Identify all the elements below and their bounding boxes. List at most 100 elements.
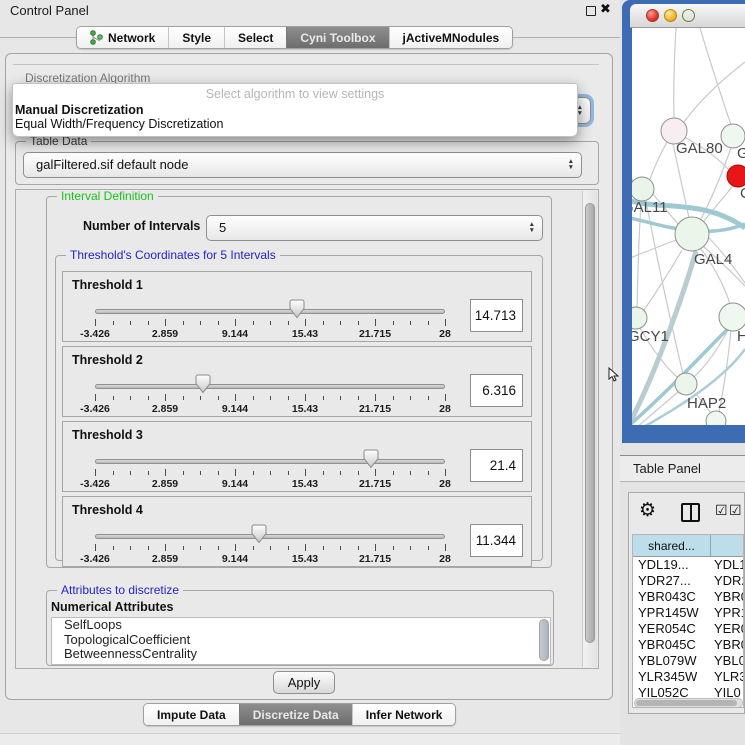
float-window-icon[interactable] — [586, 6, 596, 16]
network-window-titlebar[interactable] — [630, 4, 745, 28]
tab-jactivemnodules[interactable]: jActiveMNodules — [389, 27, 513, 48]
tab-network[interactable]: Network — [77, 27, 168, 48]
minor-tick — [288, 321, 289, 325]
slider-track[interactable] — [95, 534, 445, 539]
major-tick — [235, 394, 236, 401]
vertical-scrollbar-thumb[interactable] — [585, 203, 595, 643]
minor-tick — [183, 546, 184, 550]
table-data-select[interactable]: galFiltered.sif default node ▲▼ — [23, 152, 582, 178]
threshold-value-field[interactable]: 14.713 — [470, 299, 523, 332]
tick-label: 15.43 — [275, 403, 335, 415]
tick-label: 15.43 — [275, 328, 335, 340]
table-row[interactable]: YBL079WYBL0 — [633, 653, 744, 669]
major-tick — [95, 394, 96, 401]
checkbox-icon[interactable]: ☑ — [715, 502, 728, 519]
network-view-window[interactable]: GAL80GACGAL11GAL4GCY1HHAP2 — [622, 0, 745, 443]
network-node[interactable] — [706, 411, 726, 425]
apply-button[interactable]: Apply — [273, 671, 335, 694]
algorithm-prompt-item[interactable]: Select algorithm to view settings — [13, 87, 577, 101]
zoom-traffic-light[interactable] — [682, 9, 695, 22]
checkbox-icon[interactable]: ☑ — [729, 502, 742, 519]
table-row[interactable]: YBR045CYBR0 — [633, 637, 744, 653]
minimize-traffic-light[interactable] — [664, 9, 677, 22]
vertical-scrollbar[interactable] — [582, 191, 597, 667]
column-header-shared[interactable]: shared... — [633, 535, 711, 557]
interval-definition-group: Interval Definition Number of Intervals … — [46, 196, 552, 568]
tab-select[interactable]: Select — [224, 27, 286, 48]
tab-infer-network[interactable]: Infer Network — [352, 704, 456, 725]
network-node-hap2[interactable] — [675, 373, 697, 395]
table-row[interactable]: YBR043CYBR0 — [633, 589, 744, 605]
network-node-gcy1[interactable] — [632, 307, 647, 329]
table-row[interactable]: YER054C YER0 — [633, 621, 744, 637]
slider-thumb[interactable] — [363, 449, 379, 469]
slider-track[interactable] — [95, 459, 445, 464]
minor-tick — [113, 396, 114, 400]
major-tick — [95, 544, 96, 551]
slider-track[interactable] — [95, 309, 445, 314]
table-row[interactable]: YPR145WYPR1 — [633, 605, 744, 621]
node-label: GCY1 — [632, 328, 669, 345]
network-node-gal4[interactable] — [675, 217, 709, 251]
network-edge[interactable] — [650, 142, 667, 179]
network-edge[interactable] — [632, 158, 633, 181]
slider-track[interactable] — [95, 384, 445, 389]
threshold-coordinates-group: Threshold's Coordinates for 5 Intervals … — [55, 255, 543, 561]
attribute-item-betweennesscentrality[interactable]: BetweennessCentrality — [52, 647, 550, 662]
slider-thumb[interactable] — [289, 299, 305, 319]
threshold-value-field[interactable]: 21.4 — [470, 449, 523, 482]
network-node-c[interactable] — [727, 165, 745, 187]
minor-tick — [130, 396, 131, 400]
attribute-item-selfloops[interactable]: SelfLoops — [52, 618, 550, 633]
tick-label: 21.715 — [345, 478, 405, 490]
threshold-label: Threshold 4 — [72, 503, 143, 517]
minor-tick — [200, 321, 201, 325]
tab-impute-data[interactable]: Impute Data — [144, 704, 239, 725]
table-row[interactable]: YLR345WYLR3 — [633, 669, 744, 685]
network-edge[interactable] — [674, 28, 676, 118]
network-node-gal11[interactable] — [632, 177, 654, 201]
columns-icon[interactable] — [681, 503, 700, 522]
major-tick — [375, 544, 376, 551]
minor-tick — [270, 471, 271, 475]
tab-discretize-data[interactable]: Discretize Data — [239, 704, 352, 725]
network-edge[interactable] — [644, 250, 682, 310]
table-row[interactable]: YDR27...YDR2 — [633, 573, 744, 589]
cell-shared-name: YER054C — [638, 621, 710, 636]
table-panel-header: Table Panel — [620, 455, 745, 482]
minor-tick — [200, 546, 201, 550]
minor-tick — [393, 321, 394, 325]
gear-icon[interactable]: ⚙ — [639, 500, 656, 522]
algorithm-option-manual-discretization[interactable]: Manual Discretization — [15, 103, 144, 117]
close-traffic-light[interactable] — [646, 9, 659, 22]
major-tick — [375, 469, 376, 476]
network-canvas[interactable]: GAL80GACGAL11GAL4GCY1HHAP2 — [632, 28, 745, 425]
node-label: HAP2 — [687, 395, 726, 412]
table-row[interactable]: YIL052CYIL0 — [633, 685, 744, 698]
network-edge[interactable] — [684, 62, 745, 122]
tab-cyni-toolbox[interactable]: Cyni Toolbox — [286, 27, 388, 48]
network-node-h[interactable] — [719, 303, 745, 331]
attribute-item-topologicalcoefficient[interactable]: TopologicalCoefficient — [52, 633, 550, 648]
algorithm-option-equal-width-frequency-discretization[interactable]: Equal Width/Frequency Discretization — [15, 117, 223, 131]
table-row[interactable]: YDL19...YDL1 — [633, 557, 744, 573]
threshold-value-field[interactable]: 6.316 — [470, 374, 523, 407]
attributes-list-scrollbar[interactable] — [539, 619, 549, 661]
minor-tick — [113, 471, 114, 475]
cell-name: YER0 — [714, 621, 744, 636]
major-tick — [165, 394, 166, 401]
numerical-attributes-list[interactable]: SelfLoopsTopologicalCoefficientBetweenne… — [51, 617, 551, 665]
tab-style[interactable]: Style — [168, 27, 224, 48]
horizontal-scrollbar[interactable] — [634, 698, 743, 708]
threshold-value-field[interactable]: 11.344 — [470, 524, 523, 557]
slider-thumb[interactable] — [251, 524, 267, 544]
tick-label: 9.144 — [205, 478, 265, 490]
slider-thumb[interactable] — [195, 374, 211, 394]
horizontal-scrollbar-thumb[interactable] — [636, 700, 737, 706]
major-tick — [305, 544, 306, 551]
number-of-intervals-select[interactable]: 5 ▲▼ — [206, 215, 543, 241]
column-header-n[interactable]: n — [711, 535, 744, 557]
table-rows: YDL19...YDL1YDR27...YDR2YBR043CYBR0YPR14… — [633, 557, 744, 698]
close-icon[interactable]: ✖ — [600, 1, 611, 17]
network-edge[interactable] — [694, 330, 728, 377]
